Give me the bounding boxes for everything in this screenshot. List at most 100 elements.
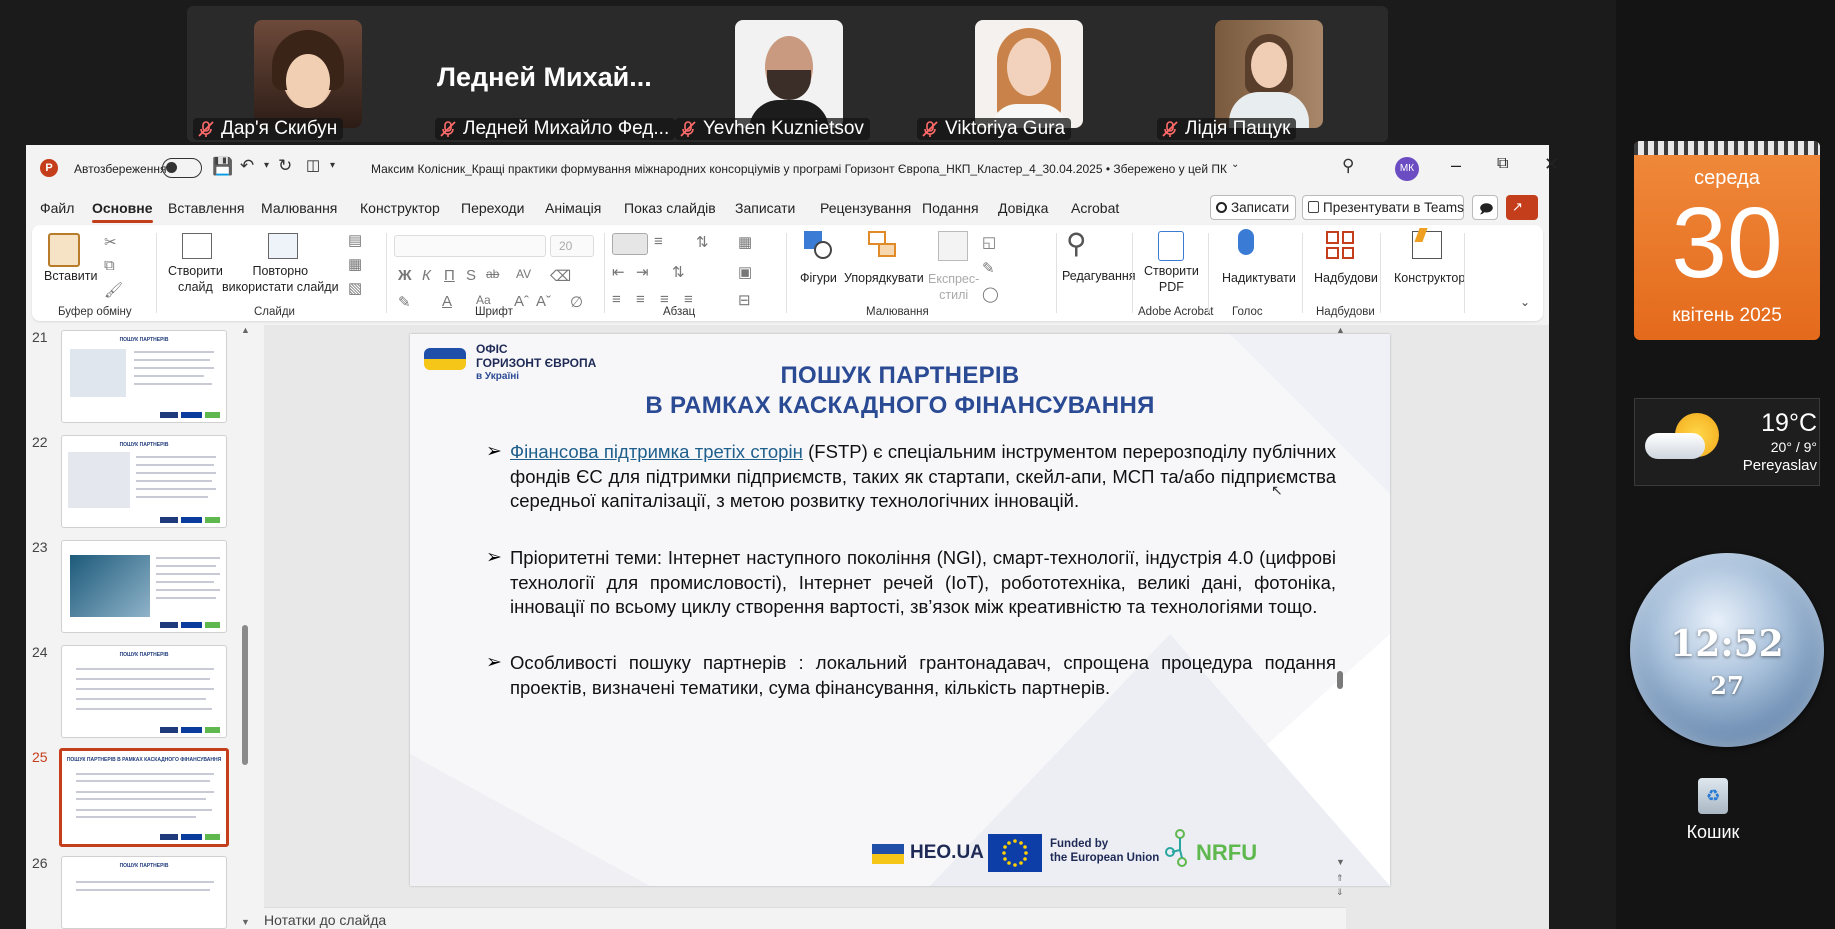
- slide-thumbnail[interactable]: ПОШУК ПАРТНЕРІВ: [61, 856, 227, 929]
- font-size-select[interactable]: 20: [550, 235, 594, 257]
- slides-panel-scrollbar[interactable]: ▲ ▼: [240, 325, 250, 929]
- scroll-down-icon[interactable]: ▼: [241, 917, 250, 927]
- tab-help[interactable]: Довідка: [998, 200, 1048, 216]
- font-color-icon[interactable]: A: [442, 293, 452, 310]
- present-from-start-icon[interactable]: ◫: [306, 156, 320, 174]
- collapse-ribbon-icon[interactable]: ⌄: [1520, 295, 1530, 309]
- notes-pane[interactable]: Нотатки до слайда: [264, 907, 1346, 929]
- shape-outline-icon[interactable]: ✎: [982, 259, 995, 277]
- minimize-icon[interactable]: –: [1451, 155, 1461, 176]
- align-left-icon[interactable]: ≡: [612, 291, 621, 308]
- shape-effects-icon[interactable]: ◯: [982, 285, 999, 303]
- addins-button[interactable]: Надбудови: [1314, 271, 1378, 285]
- tab-record[interactable]: Записати: [735, 200, 795, 216]
- quick-styles-button[interactable]: Експрес-стилі: [928, 271, 979, 303]
- editing-button[interactable]: Редагування: [1062, 269, 1136, 283]
- slide-thumbnail-selected[interactable]: ПОШУК ПАРТНЕРІВ В РАМКАХ КАСКАДНОГО ФІНА…: [59, 748, 229, 847]
- new-slide-icon[interactable]: [182, 233, 212, 259]
- tab-review[interactable]: Рецензування: [820, 200, 911, 216]
- create-pdf-button[interactable]: Створити PDF: [1144, 263, 1199, 295]
- reuse-slides-button[interactable]: Повторно використати слайди: [222, 263, 339, 295]
- participant-tile[interactable]: Лідія Пащук: [1147, 6, 1388, 142]
- editor-scroll-down-icon[interactable]: ▼: [1336, 857, 1345, 867]
- calendar-widget[interactable]: середа 30 квітень 2025: [1634, 141, 1820, 340]
- arrange-button[interactable]: Упорядкувати: [844, 271, 924, 285]
- align-center-icon[interactable]: ≡: [636, 291, 645, 308]
- editing-search-icon[interactable]: ⚲: [1066, 227, 1087, 260]
- paste-icon[interactable]: [48, 233, 80, 267]
- slide-thumbnail[interactable]: ПОШУК ПАРТНЕРІВ: [61, 435, 227, 528]
- record-button[interactable]: Записати: [1210, 195, 1296, 220]
- addins-icon[interactable]: [1326, 231, 1354, 259]
- tab-home[interactable]: Основне: [92, 200, 153, 223]
- participant-tile[interactable]: Дар'я Скибун: [187, 6, 427, 142]
- slide-thumbnail[interactable]: ПОШУК ПАРТНЕРІВ: [61, 330, 227, 423]
- shapes-icon[interactable]: [804, 231, 832, 259]
- previous-slide-icon[interactable]: ⇑: [1336, 873, 1344, 884]
- quick-styles-icon[interactable]: [938, 231, 968, 261]
- new-slide-button[interactable]: Створити слайд: [168, 263, 223, 295]
- undo-dropdown-icon[interactable]: ▾: [264, 160, 269, 171]
- create-pdf-icon[interactable]: [1158, 231, 1184, 261]
- customize-toolbar-icon[interactable]: ▾: [330, 160, 335, 171]
- tab-transitions[interactable]: Переходи: [461, 200, 524, 216]
- participant-tile[interactable]: Yevhen Kuznietsov: [667, 6, 907, 142]
- current-slide[interactable]: ОФІС ГОРИЗОНТ ЄВРОПА в Україні ПОШУК ПАР…: [410, 334, 1390, 886]
- tab-draw[interactable]: Малювання: [261, 200, 337, 216]
- section-icon[interactable]: ▧: [348, 279, 362, 297]
- share-button[interactable]: ↗: [1506, 195, 1538, 220]
- editor-scrollbar[interactable]: ▲ ▼ ⇑ ⇓: [1334, 325, 1346, 929]
- clock-widget[interactable]: 12:52 27: [1630, 553, 1824, 747]
- bullets-button[interactable]: [612, 233, 648, 255]
- recycle-bin-label[interactable]: Кошик: [1656, 822, 1770, 843]
- next-slide-icon[interactable]: ⇓: [1336, 887, 1344, 898]
- decrease-indent-icon[interactable]: ⇤: [612, 263, 625, 281]
- shapes-button[interactable]: Фігури: [800, 271, 837, 285]
- undo-icon[interactable]: ↶: [240, 156, 254, 176]
- italic-icon[interactable]: К: [422, 267, 431, 284]
- cut-icon[interactable]: ✂: [104, 233, 117, 251]
- editor-scroll-up-icon[interactable]: ▲: [1336, 325, 1345, 335]
- autosave-toggle[interactable]: [162, 158, 202, 178]
- font-family-select[interactable]: [394, 235, 546, 257]
- tab-insert[interactable]: Вставлення: [168, 200, 245, 216]
- reset-icon[interactable]: ▦: [348, 255, 362, 273]
- comments-button[interactable]: 🗩: [1472, 195, 1498, 220]
- clear-formatting-icon[interactable]: ⌫: [550, 267, 571, 285]
- copy-icon[interactable]: ⧉: [104, 257, 115, 274]
- text-direction-icon[interactable]: ⇅: [672, 263, 685, 281]
- tab-file[interactable]: Файл: [40, 200, 74, 216]
- tab-animations[interactable]: Анімація: [545, 200, 601, 216]
- columns-icon[interactable]: ▦: [738, 233, 752, 251]
- convert-smartart-icon[interactable]: ▣: [738, 263, 752, 281]
- title-dropdown-icon[interactable]: ⌄: [1231, 159, 1239, 170]
- editor-scroll-thumb[interactable]: [1337, 671, 1343, 689]
- close-icon[interactable]: ✕: [1544, 154, 1559, 175]
- paste-button[interactable]: Вставити: [44, 269, 97, 283]
- user-avatar[interactable]: МК: [1395, 157, 1419, 181]
- shadow-icon[interactable]: S: [466, 267, 476, 284]
- slide-thumbnail[interactable]: [61, 540, 227, 633]
- fstp-link[interactable]: Фінансова підтримка третіх сторін: [510, 441, 803, 462]
- tab-acrobat[interactable]: Acrobat: [1071, 200, 1119, 216]
- line-spacing-icon[interactable]: ⇅: [696, 233, 709, 251]
- align-text-icon[interactable]: ⊟: [738, 291, 751, 309]
- change-case-icon[interactable]: Aa: [476, 293, 491, 307]
- char-spacing-icon[interactable]: AV: [516, 267, 531, 281]
- arrange-icon[interactable]: [868, 231, 898, 261]
- grow-font-icon[interactable]: Aˆ: [514, 293, 529, 310]
- slide-thumbnail[interactable]: ПОШУК ПАРТНЕРІВ: [61, 645, 227, 738]
- save-icon[interactable]: 💾: [212, 157, 233, 177]
- designer-button[interactable]: Конструктор: [1394, 271, 1465, 285]
- dictate-button[interactable]: Надиктувати: [1222, 271, 1296, 285]
- document-title[interactable]: Максим Колісник_Кращі практики формуванн…: [371, 162, 1227, 176]
- highlight-icon[interactable]: ✎: [398, 293, 411, 311]
- scroll-up-icon[interactable]: ▲: [241, 325, 250, 335]
- strikethrough-icon[interactable]: ab: [486, 267, 499, 281]
- tab-view[interactable]: Подання: [922, 200, 979, 216]
- weather-widget[interactable]: 19°C 20° / 9° Pereyaslav: [1634, 398, 1820, 486]
- restore-icon[interactable]: ⧉: [1497, 155, 1508, 173]
- numbering-icon[interactable]: ≡: [654, 233, 663, 250]
- reuse-slides-icon[interactable]: [268, 233, 298, 259]
- tab-slideshow[interactable]: Показ слайдів: [624, 200, 716, 216]
